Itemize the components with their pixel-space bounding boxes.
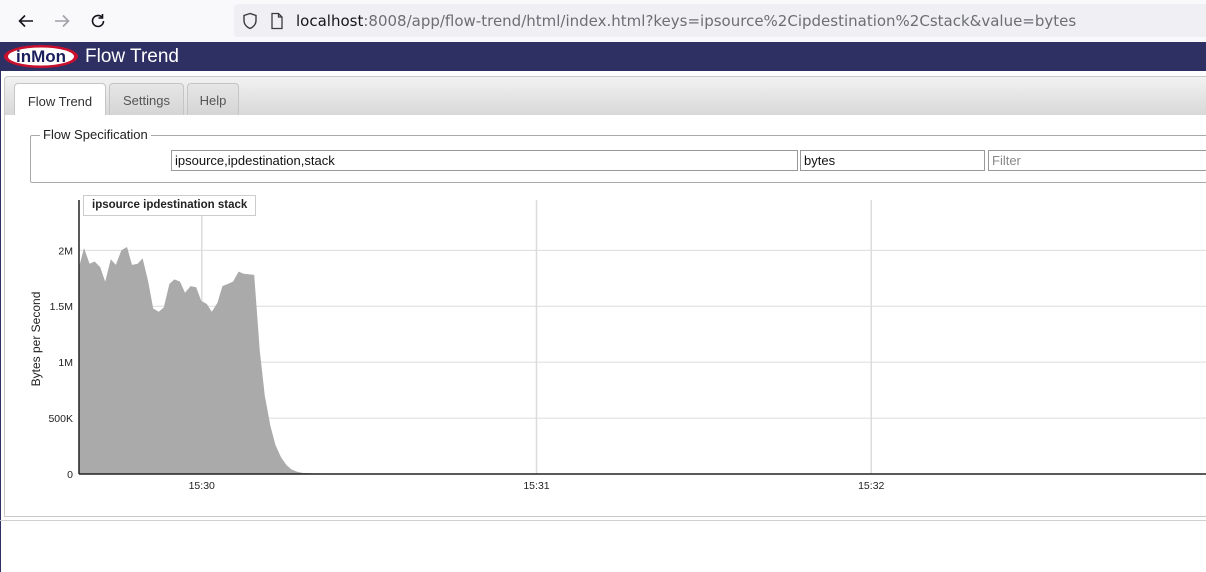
back-button[interactable] (14, 9, 38, 33)
inmon-logo: inMon (4, 45, 78, 68)
svg-text:inMon: inMon (16, 47, 66, 66)
url-path: :8008/app/flow-trend/html/index.html?key… (363, 12, 1077, 30)
y-tick-label: 2M (58, 245, 73, 257)
value-input[interactable] (800, 150, 985, 171)
app-header: inMon Flow Trend (0, 42, 1206, 71)
x-tick-label: 15:31 (523, 480, 549, 492)
trend-chart[interactable]: 0 500K 1M 1.5M 2M 15:30 15:31 15:32 Bytes per Se… (0, 190, 1206, 500)
arrow-left-icon (18, 14, 33, 28)
forward-button[interactable] (50, 9, 74, 33)
x-tick-label: 15:32 (858, 480, 884, 492)
series-area (79, 247, 1206, 474)
y-axis-label: Bytes per Second (29, 292, 43, 387)
y-tick-label: 1M (58, 357, 73, 369)
browser-toolbar: localhost:8008/app/flow-trend/html/index… (0, 0, 1206, 43)
y-tick-label: 0 (67, 469, 73, 481)
reload-button[interactable] (86, 9, 110, 33)
x-tick-label: 15:30 (189, 480, 215, 492)
y-tick-label: 500K (48, 413, 73, 425)
tab-settings[interactable]: Settings (109, 83, 184, 117)
address-bar[interactable]: localhost:8008/app/flow-trend/html/index… (234, 4, 1206, 37)
tab-flow-trend[interactable]: Flow Trend (14, 83, 106, 118)
chart-legend: ipsource ipdestination stack (83, 195, 257, 216)
url-text: localhost:8008/app/flow-trend/html/index… (296, 12, 1076, 30)
flow-spec-legend: Flow Specification (40, 127, 151, 142)
keys-input[interactable] (171, 150, 798, 171)
url-host: localhost (296, 12, 364, 30)
page-info-icon[interactable] (270, 12, 284, 30)
divider (0, 520, 1206, 521)
app-title: Flow Trend (85, 46, 179, 67)
filter-input[interactable] (988, 150, 1206, 171)
tab-help[interactable]: Help (187, 83, 239, 117)
shield-icon[interactable] (242, 12, 258, 30)
reload-icon (91, 14, 105, 28)
arrow-right-icon (55, 14, 70, 28)
y-tick-label: 1.5M (50, 301, 73, 313)
tab-strip: Flow Trend Settings Help (4, 76, 1206, 118)
